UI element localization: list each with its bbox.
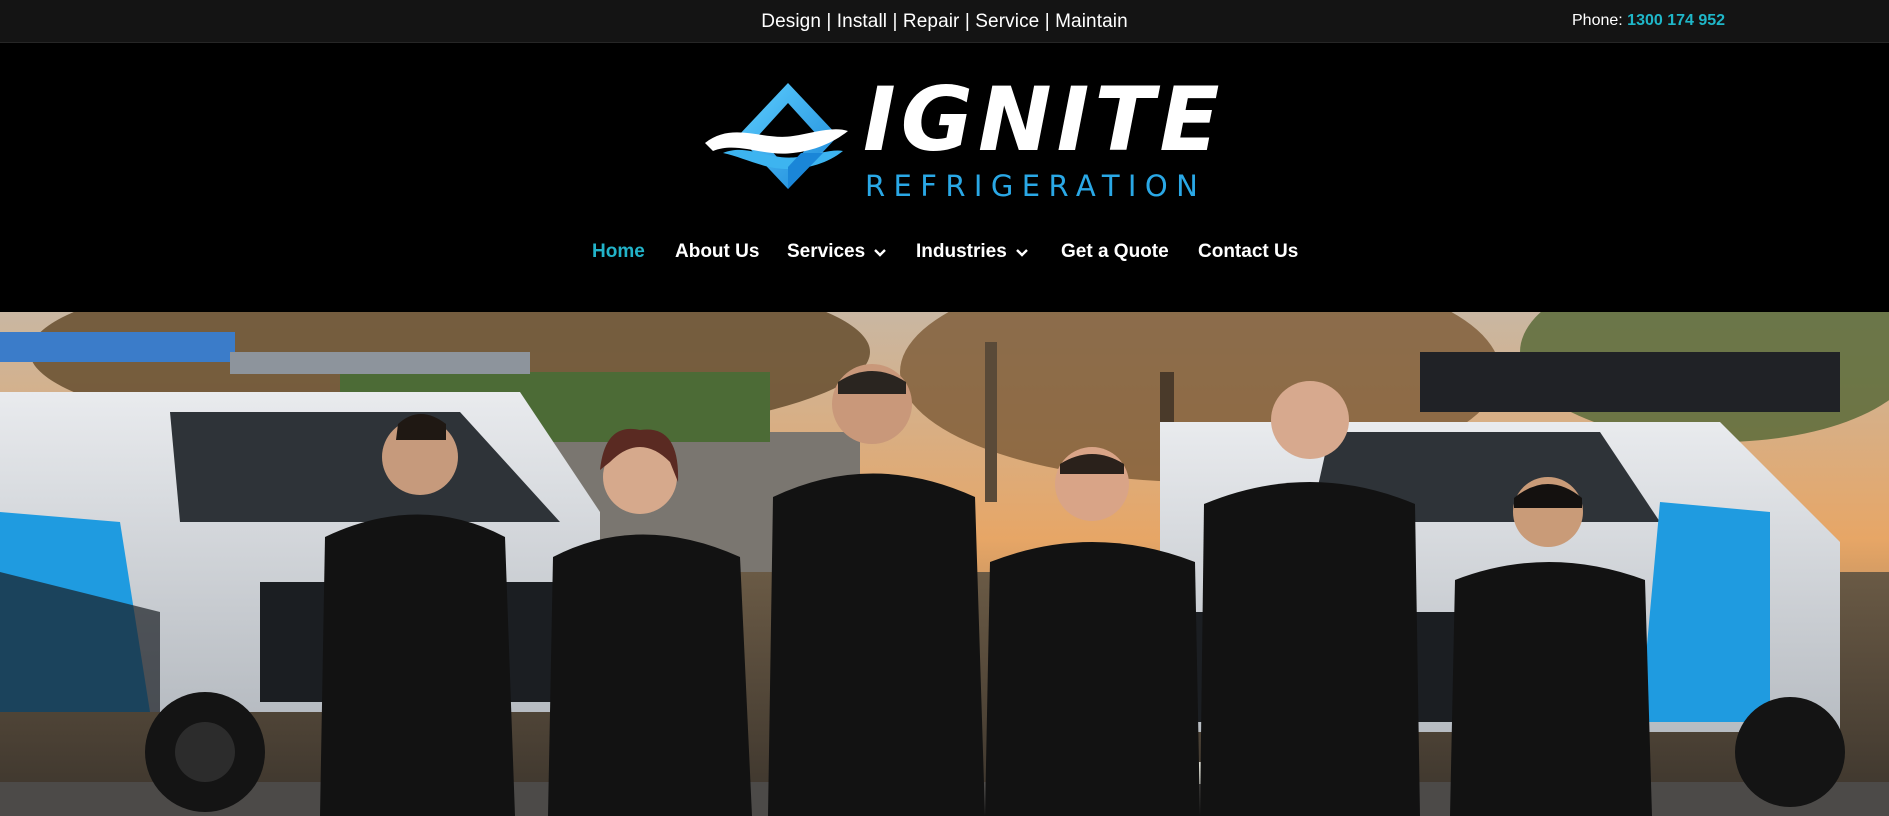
nav-item-label: About Us bbox=[675, 241, 760, 262]
nav-item-get-a-quote[interactable]: Get a Quote bbox=[1061, 241, 1169, 263]
phone-link[interactable]: 1300 174 952 bbox=[1627, 12, 1725, 29]
logo-wordmark: IGNITE bbox=[863, 68, 1225, 171]
main-nav: Home About Us Services Industries Get a … bbox=[0, 241, 1889, 271]
chevron-down-icon bbox=[874, 249, 887, 257]
site-logo[interactable]: IGNITE REFRIGERATION bbox=[703, 68, 1220, 211]
nav-item-label: Home bbox=[592, 241, 645, 262]
logo-diamond-icon bbox=[705, 83, 848, 189]
chevron-down-icon bbox=[1015, 249, 1028, 257]
hero-team-photo bbox=[0, 312, 1889, 816]
nav-item-about-us[interactable]: About Us bbox=[675, 241, 759, 263]
nav-item-contact-us[interactable]: Contact Us bbox=[1198, 241, 1298, 263]
nav-item-label: Contact Us bbox=[1198, 241, 1299, 262]
hero-illustration bbox=[0, 312, 1889, 816]
nav-item-label: Get a Quote bbox=[1061, 241, 1169, 262]
nav-item-label: Industries bbox=[916, 241, 1007, 262]
nav-item-label: Services bbox=[787, 241, 866, 262]
logo-subtitle: REFRIGERATION bbox=[865, 169, 1207, 203]
nav-item-home[interactable]: Home bbox=[592, 241, 645, 263]
phone-info: Phone: 1300 174 952 bbox=[1572, 12, 1725, 30]
phone-label: Phone: bbox=[1572, 12, 1623, 29]
nav-item-industries[interactable]: Industries bbox=[916, 241, 1031, 263]
top-bar: Design | Install | Repair | Service | Ma… bbox=[0, 0, 1889, 43]
nav-item-services[interactable]: Services bbox=[787, 241, 889, 263]
site-header: IGNITE REFRIGERATION Home About Us Servi… bbox=[0, 43, 1889, 312]
